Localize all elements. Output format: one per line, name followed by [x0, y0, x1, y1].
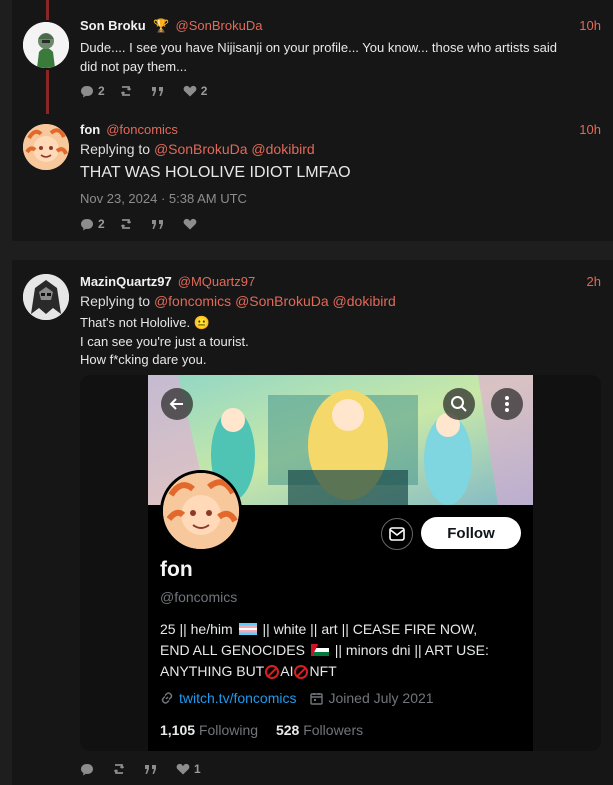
retweet-button[interactable]: [119, 85, 137, 97]
post-actions: 2 2: [80, 84, 221, 98]
reply-button[interactable]: 2: [80, 217, 105, 231]
search-button[interactable]: [443, 388, 475, 420]
comment-icon: [81, 218, 93, 230]
quote-button[interactable]: [151, 86, 169, 97]
post-time[interactable]: 2h: [587, 274, 601, 289]
profile-meta: twitch.tv/foncomics Joined July 2021: [160, 690, 434, 706]
thread-connector: [46, 70, 49, 114]
joined-date: Joined July 2021: [328, 690, 434, 706]
quote-icon: [151, 219, 163, 229]
like-button[interactable]: [183, 218, 201, 230]
quote-button[interactable]: [151, 219, 169, 230]
trophy-badge-icon: 🏆: [153, 18, 170, 33]
reply-button[interactable]: [80, 763, 98, 776]
heart-icon: [176, 763, 190, 775]
post-author[interactable]: fon @foncomics: [80, 122, 178, 137]
profile-counts: 1,105 Following 528 Followers: [160, 722, 363, 738]
post-time[interactable]: 10h: [579, 18, 601, 33]
like-count: 2: [200, 84, 208, 98]
back-arrow-icon: [169, 398, 183, 410]
palestine-flag-icon: [310, 644, 329, 656]
profile-name: fon: [160, 558, 193, 581]
heart-icon: [183, 85, 197, 97]
comment-icon: [81, 85, 93, 97]
quote-button[interactable]: [144, 764, 162, 775]
handle[interactable]: @SonBrokuDa: [176, 18, 263, 33]
post-author[interactable]: MazinQuartz97 @MQuartz97: [80, 274, 255, 289]
reply-count: 2: [98, 217, 105, 231]
handle[interactable]: @MQuartz97: [178, 274, 256, 289]
like-button[interactable]: 1: [176, 762, 201, 776]
trans-flag-icon: [238, 623, 257, 635]
profile-bio: 25 || he/him || white || art || CEASE FI…: [160, 621, 489, 679]
message-button[interactable]: [381, 518, 413, 550]
retweet-button[interactable]: [112, 763, 130, 775]
following-link[interactable]: 1,105 Following: [160, 722, 258, 738]
post-actions: 1: [80, 762, 215, 776]
quote-icon: [151, 86, 163, 96]
mail-icon: [389, 527, 405, 541]
calendar-icon: [310, 692, 324, 705]
display-name[interactable]: Son Broku: [80, 18, 146, 33]
replying-to: Replying to @SonBrokuDa @dokibird: [80, 141, 315, 157]
prohibited-icon: [294, 665, 309, 679]
post-text: THAT WAS HOLOLIVE IDIOT LMFAO: [80, 164, 351, 181]
post-text: I can see you're just a tourist.: [80, 334, 249, 349]
retweet-icon: [120, 219, 131, 229]
post-text: That's not Hololive. 😐: [80, 315, 210, 330]
like-button[interactable]: 2: [183, 84, 208, 98]
followers-link[interactable]: 528 Followers: [276, 722, 363, 738]
profile-screenshot: Follow fon @foncomics 25 || he/him || wh…: [148, 375, 533, 751]
display-name[interactable]: MazinQuartz97: [80, 274, 172, 289]
profile-link[interactable]: twitch.tv/foncomics: [179, 690, 296, 706]
post-text: Dude.... I see you have Nijisanji on you…: [80, 40, 557, 55]
post-date[interactable]: Nov 23, 2024 · 5:38 AM UTC: [80, 191, 247, 206]
quote-icon: [145, 764, 156, 774]
more-vertical-icon: [505, 396, 509, 412]
mention-link[interactable]: @dokibird: [333, 293, 396, 309]
mention-link[interactable]: @dokibird: [251, 141, 314, 157]
profile-handle: @foncomics: [160, 589, 238, 605]
profile-avatar[interactable]: [160, 470, 242, 552]
more-button[interactable]: [491, 388, 523, 420]
prohibited-icon: [265, 665, 280, 679]
post-author[interactable]: Son Broku 🏆 @SonBrokuDa: [80, 18, 262, 34]
search-icon: [451, 396, 467, 412]
mention-link[interactable]: @SonBrokuDa: [154, 141, 248, 157]
mention-link[interactable]: @SonBrokuDa: [235, 293, 329, 309]
avatar[interactable]: [23, 124, 69, 170]
heart-icon: [183, 218, 197, 230]
thread-connector: [46, 0, 49, 20]
retweet-icon: [120, 86, 131, 96]
post-time[interactable]: 10h: [579, 122, 601, 137]
handle[interactable]: @foncomics: [106, 122, 178, 137]
post-text: How f*cking dare you.: [80, 352, 207, 367]
avatar[interactable]: [23, 274, 69, 320]
follow-button[interactable]: Follow: [421, 517, 521, 549]
retweet-icon: [113, 764, 125, 774]
display-name[interactable]: fon: [80, 122, 100, 137]
replying-to: Replying to @foncomics @SonBrokuDa @doki…: [80, 293, 396, 309]
like-count: 1: [194, 762, 201, 776]
post-text: did not pay them...: [80, 59, 187, 74]
post-actions: 2: [80, 217, 215, 231]
avatar[interactable]: [23, 22, 69, 68]
reply-button[interactable]: 2: [80, 84, 105, 98]
back-button[interactable]: [161, 388, 193, 420]
retweet-button[interactable]: [119, 218, 137, 230]
link-icon: [161, 692, 173, 704]
attached-image[interactable]: Follow fon @foncomics 25 || he/him || wh…: [80, 375, 601, 751]
reply-count: 2: [98, 84, 105, 98]
mention-link[interactable]: @foncomics: [154, 293, 231, 309]
comment-icon: [81, 763, 93, 775]
